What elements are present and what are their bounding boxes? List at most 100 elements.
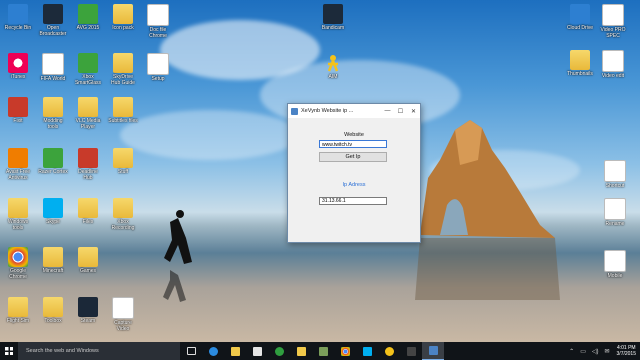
ie-icon[interactable] [202,342,224,360]
desktop-icon[interactable]: Thumbnails [565,50,595,77]
desktop-icon[interactable]: Xbox Recording [108,198,138,231]
desktop-icon[interactable]: Recycle Bin [3,4,33,31]
desktop-icon-glyph [113,4,133,24]
desktop-icon[interactable]: Flight Sim [3,297,33,324]
desktop-icon[interactable]: Files [73,198,103,225]
desktop-icon[interactable]: Avast Free Antivirus [3,148,33,181]
desktop-icon-label: Games [79,268,97,274]
desktop-icon[interactable]: Deadline Hub [73,148,103,181]
desktop-icon-label: Shortcut [605,183,625,189]
desktop-icon-glyph [8,297,28,317]
desktop-icon-label: Xbox SmartGlass [74,74,102,86]
desktop-icon-glyph [78,297,98,317]
dialog-titlebar[interactable]: XeVynb Website ip ... — ☐ ✕ [288,104,420,118]
file-explorer-icon[interactable] [224,342,246,360]
tray-overflow-icon[interactable]: ⌃ [569,348,574,355]
desktop-icon-glyph [147,53,169,75]
desktop-icon[interactable]: Skype [38,198,68,225]
folder-taskbar-icon[interactable] [290,342,312,360]
start-button[interactable] [0,342,18,360]
desktop-icon[interactable]: Google Chrome [3,247,33,280]
desktop-icon[interactable]: Shortcut [600,160,630,189]
website-input[interactable]: www.twitch.tv [319,140,387,148]
desktop-icon[interactable]: Games [73,247,103,274]
desktop-icon[interactable]: Open Broadcaster [38,4,68,37]
desktop-icon-label: Avast Free Antivirus [5,169,31,181]
desktop-icon[interactable]: Minecraft [38,247,68,274]
desktop-icon[interactable]: Modding tools [38,97,68,130]
get-ip-button[interactable]: Get Ip [319,152,387,162]
desktop-icon-label: Fixit [13,118,23,124]
desktop-icon-label: Mobile [607,273,623,279]
desktop-icon[interactable]: iTunes [3,53,33,80]
desktop-icon-label: Minecraft [42,268,64,274]
desktop-icon[interactable]: Windows tools [3,198,33,231]
desktop-icon-label: iTunes [10,74,26,80]
store-icon[interactable] [246,342,268,360]
skype-taskbar-icon[interactable] [356,342,378,360]
notifications-icon[interactable]: ✉ [605,348,610,355]
clock[interactable]: 4:01 PM 3/7/2015 [617,345,636,357]
desktop-icon[interactable]: Doc file Chrome [143,4,173,39]
desktop-icon-glyph [8,97,28,117]
desktop-icon-glyph [8,198,28,218]
xbox-app-icon[interactable] [268,342,290,360]
desktop-icon[interactable]: SkyDrive Hub Guide [108,53,138,86]
desktop-icon-label: Icon pack [112,25,134,31]
desktop-icon-glyph [8,4,28,24]
desktop-icon[interactable]: Capture Video [108,297,138,332]
aim-taskbar-icon[interactable] [378,342,400,360]
taskbar-search-box[interactable]: Search the web and Windows [18,342,180,360]
task-view-icon[interactable] [180,342,202,360]
ip-address-output[interactable]: 31.13.66.1 [319,197,387,205]
ip-lookup-taskbar-icon[interactable] [422,342,444,360]
desktop-icon[interactable]: Video edit [598,50,628,79]
desktop-icon-glyph [604,198,626,220]
ip-lookup-dialog: XeVynb Website ip ... — ☐ ✕ Website www.… [287,103,421,243]
desktop-icon-glyph [604,160,626,182]
desktop-icon[interactable]: Bandicam [318,4,348,31]
desktop-icon-glyph [604,250,626,272]
desktop-icon-glyph [602,4,624,26]
system-tray: ⌃ ▭ ◁) ✉ 4:01 PM 3/7/2015 [566,345,640,357]
desktop-icon[interactable]: AVG 2015 [73,4,103,31]
desktop-icon-label: Video edit [601,73,625,79]
desktop-icon[interactable]: Rename [600,198,630,227]
desktop-icon-glyph [78,53,98,73]
desktop-icon-label: Toolbox [44,318,62,324]
photos-icon[interactable] [312,342,334,360]
desktop-icon[interactable]: Mobile [600,250,630,279]
chrome-taskbar-icon[interactable] [334,342,356,360]
desktop-icon-label: Setup [151,76,165,82]
desktop-icon[interactable]: VLC Media Player [73,97,103,130]
desktop-icon[interactable]: Icon pack [108,4,138,31]
maximize-button[interactable]: ☐ [394,108,407,115]
desktop-icon-glyph [78,198,98,218]
desktop-icon[interactable]: AIM [318,53,348,80]
desktop-icon[interactable]: Cloud Drive [565,4,595,31]
desktop-icon-glyph [570,50,590,70]
close-button[interactable]: ✕ [407,108,420,115]
desktop-icon-glyph [113,198,133,218]
desktop-icon[interactable]: Stuff [108,148,138,175]
desktop-icon-glyph [570,4,590,24]
desktop-icon-glyph [8,53,28,73]
minimize-button[interactable]: — [381,108,394,114]
desktop-icon[interactable]: Xbox SmartGlass [73,53,103,86]
app-taskbar-icon[interactable] [400,342,422,360]
desktop-icon-glyph [43,198,63,218]
volume-icon[interactable]: ◁) [592,348,599,355]
desktop-icon[interactable]: Razer Cortex [38,148,68,175]
desktop-icon[interactable]: Fixit [3,97,33,124]
taskbar: Search the web and Windows ⌃ ▭ ◁) ✉ 4:01… [0,342,640,360]
desktop-icon[interactable]: Subtitles files [108,97,138,124]
desktop-icon[interactable]: Steam [73,297,103,324]
desktop-icon-label: Stuff [117,169,129,175]
desktop-icon-label: Open Broadcaster [39,25,67,37]
desktop-icon[interactable]: FIFA World [38,53,68,82]
desktop-icon[interactable]: Toolbox [38,297,68,324]
desktop-icon-glyph [8,148,28,168]
battery-icon[interactable]: ▭ [580,348,586,355]
desktop-icon[interactable]: Video PRO SPEC [598,4,628,39]
desktop-icon[interactable]: Setup [143,53,173,82]
